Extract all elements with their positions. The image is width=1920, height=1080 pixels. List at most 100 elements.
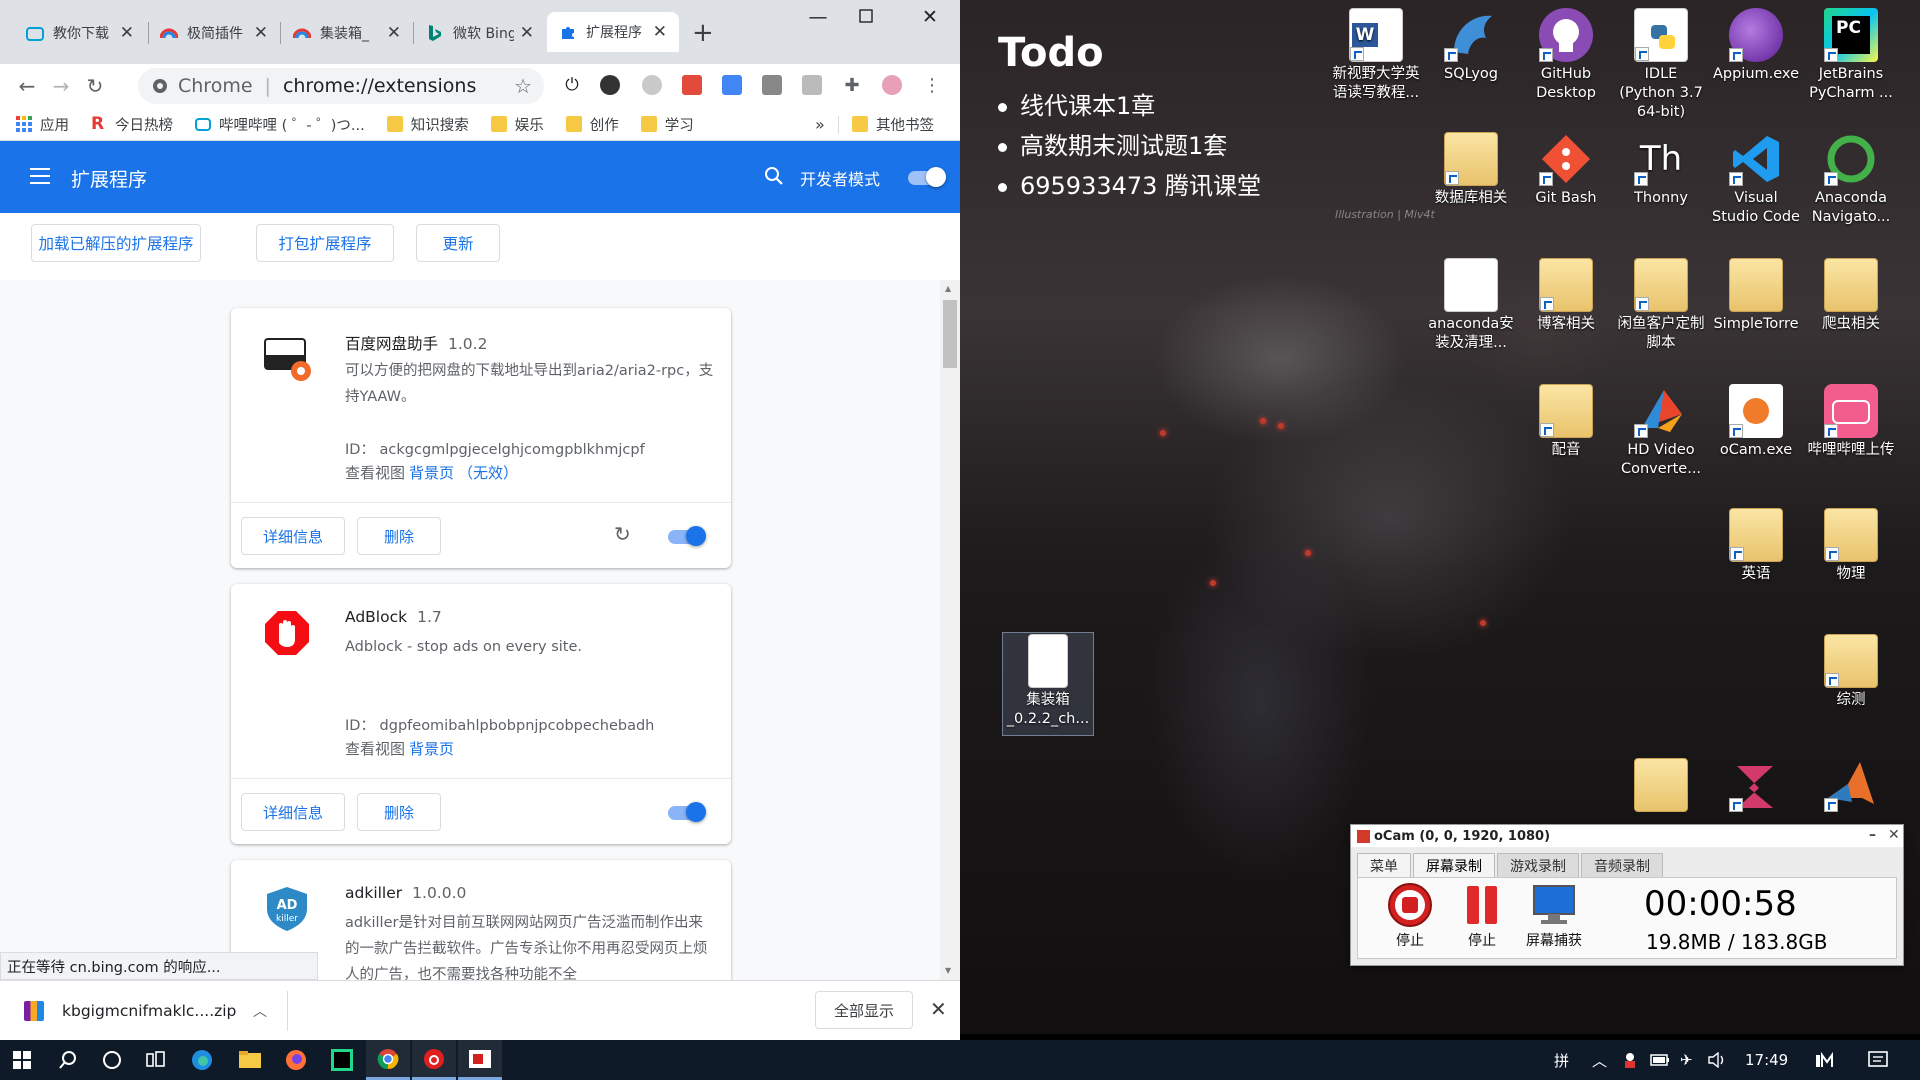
close-tab-icon[interactable]: ✕ [254, 23, 268, 43]
bookmark-folder[interactable]: 知识搜索 [386, 114, 469, 135]
more-menu-icon[interactable]: ⋮ [922, 75, 942, 96]
desktop-icon-crawler-folder[interactable]: 爬虫相关 [1805, 258, 1897, 334]
desktop-icon-xianyu-folder[interactable]: 闲鱼客户定制脚本 [1615, 258, 1707, 353]
search-icon[interactable] [46, 1040, 90, 1080]
desktop-icon-gitbash[interactable]: Git Bash [1520, 132, 1612, 208]
remove-button[interactable]: 删除 [357, 517, 441, 555]
scroll-up-icon[interactable]: ▲ [945, 284, 951, 293]
close-window-icon[interactable]: ✕ [915, 6, 945, 28]
close-tab-icon[interactable]: ✕ [653, 22, 667, 42]
app-tray-icon[interactable] [1622, 1040, 1638, 1080]
desktop-icon-simpletorre[interactable]: SimpleTorre [1710, 258, 1802, 334]
stop-record-button[interactable]: 停止 [1378, 882, 1442, 950]
close-tab-icon[interactable]: ✕ [520, 23, 534, 43]
desktop-icon-appium[interactable]: Appium.exe [1710, 8, 1802, 84]
task-view-icon[interactable] [134, 1040, 178, 1080]
desktop-icon-idle[interactable]: IDLE (Python 3.7 64-bit) [1615, 8, 1707, 122]
hamburger-menu-icon[interactable] [30, 168, 50, 184]
desktop-icon-container-file[interactable]: 集装箱_0.2.2_ch... [1002, 634, 1094, 729]
reload-icon[interactable]: ↻ [78, 69, 112, 103]
close-icon[interactable]: ✕ [1888, 827, 1900, 843]
reload-extension-icon[interactable]: ↻ [614, 522, 631, 546]
update-button[interactable]: 更新 [416, 224, 500, 262]
chrome-icon[interactable] [366, 1040, 410, 1080]
cortana-icon[interactable] [90, 1040, 134, 1080]
maximize-icon[interactable] [858, 8, 888, 24]
back-icon[interactable]: ← [10, 69, 44, 103]
background-page-link[interactable]: 背景页 [409, 464, 454, 482]
other-bookmarks[interactable]: 其他书签 [852, 114, 934, 135]
netease-music-icon[interactable] [412, 1040, 456, 1080]
background-page-link[interactable]: 背景页 [409, 740, 454, 758]
download-item[interactable]: kbgigmcnifmaklc....zip [24, 1001, 236, 1021]
bookmark-folder[interactable]: 创作 [565, 114, 619, 135]
developer-mode-toggle[interactable] [908, 167, 946, 187]
browser-tab[interactable]: 极简插件 ✕ [148, 14, 280, 52]
notification-center-icon[interactable] [1868, 1040, 1888, 1080]
desktop-icon-partial[interactable] [1710, 758, 1802, 815]
browser-tab-active[interactable]: 扩展程序 ✕ [547, 12, 679, 52]
ime-indicator[interactable]: 拼 [1554, 1040, 1569, 1080]
screen-capture-button[interactable]: 屏幕捕获 [1518, 882, 1590, 950]
desktop-icon-anaconda[interactable]: Anaconda Navigato... [1805, 132, 1897, 227]
desktop-icon-sqlyog[interactable]: SQLyog [1425, 8, 1517, 84]
search-icon[interactable] [764, 166, 784, 186]
desktop-icon-physics[interactable]: 物理 [1805, 508, 1897, 584]
adguard-extension-icon[interactable] [642, 75, 662, 95]
browser-tab[interactable]: 微软 Bing ✕ [414, 14, 546, 52]
desktop-icon-bilibili-upload[interactable]: 哔哩哔哩上传 [1805, 384, 1897, 460]
load-unpacked-button[interactable]: 加载已解压的扩展程序 [31, 224, 201, 262]
file-explorer-icon[interactable] [228, 1040, 272, 1080]
forward-icon[interactable]: → [44, 69, 78, 103]
battery-icon[interactable] [1650, 1040, 1670, 1080]
bookmark-folder[interactable]: 娱乐 [490, 114, 544, 135]
ime-mode-icon[interactable] [1815, 1040, 1835, 1080]
clock[interactable]: 17:49 [1745, 1040, 1788, 1080]
airplane-mode-icon[interactable]: ✈ [1680, 1040, 1693, 1080]
browser-tab[interactable]: 集装箱_ ✕ [281, 14, 413, 52]
cat-extension-icon[interactable] [802, 75, 822, 95]
ocam-tab-menu[interactable]: 菜单 [1357, 853, 1411, 877]
scrollbar-thumb[interactable] [943, 300, 957, 368]
edge-icon[interactable] [180, 1040, 224, 1080]
scroll-down-icon[interactable]: ▼ [945, 966, 951, 975]
calendar-extension-icon[interactable] [682, 75, 702, 95]
ocam-icon[interactable] [458, 1040, 502, 1080]
power-extension-icon[interactable]: ⏻ [562, 75, 582, 95]
desktop-icon-partial[interactable] [1615, 758, 1707, 815]
star-icon[interactable]: ☆ [514, 74, 532, 98]
desktop-icon-blog-folder[interactable]: 博客相关 [1520, 258, 1612, 334]
bookmark-item[interactable]: R 今日热榜 [91, 114, 173, 135]
browser-tab[interactable]: 教你下载 ✕ [14, 14, 146, 52]
chevron-up-icon[interactable]: ︿ [253, 1001, 267, 1021]
bookmark-apps[interactable]: 应用 [16, 114, 69, 135]
ocam-tab-screen-record[interactable]: 屏幕录制 [1413, 853, 1495, 877]
puzzle-icon[interactable]: ✚ [842, 75, 862, 96]
desktop-icon-anaconda-doc[interactable]: anaconda安装及清理... [1425, 258, 1517, 353]
omnibox[interactable]: Chrome | chrome://extensions ☆ [138, 68, 544, 104]
details-button[interactable]: 详细信息 [241, 793, 345, 831]
pycharm-icon[interactable] [320, 1040, 364, 1080]
firefox-icon[interactable] [274, 1040, 318, 1080]
extension-icon[interactable] [762, 75, 782, 95]
minimize-icon[interactable]: — [803, 6, 833, 28]
extension-enable-toggle[interactable] [668, 526, 706, 546]
desktop-icon-hdvideo[interactable]: HD Video Converte... [1615, 384, 1707, 479]
remove-button[interactable]: 删除 [357, 793, 441, 831]
desktop-icon-thonny[interactable]: Th Thonny [1615, 132, 1707, 208]
details-button[interactable]: 详细信息 [241, 517, 345, 555]
bookmarks-overflow[interactable]: » [815, 115, 825, 134]
volume-icon[interactable] [1708, 1040, 1728, 1080]
desktop-icon-pycharm[interactable]: PC JetBrains PyCharm ... [1805, 8, 1897, 103]
desktop-icon-evaluation[interactable]: 综测 [1805, 634, 1897, 710]
desktop-icon-partial[interactable] [1805, 758, 1897, 815]
minimize-icon[interactable]: – [1869, 827, 1876, 843]
windows-start-icon[interactable] [0, 1040, 44, 1080]
desktop-icon-word[interactable]: W 新视野大学英语读写教程... [1330, 8, 1422, 103]
desktop-icon-vscode[interactable]: Visual Studio Code [1710, 132, 1802, 227]
extension-enable-toggle[interactable] [668, 802, 706, 822]
page-scrollbar[interactable]: ▲ ▼ [940, 280, 960, 980]
bookmark-item[interactable]: 哔哩哔哩 ( ゜- ゜)つ... [195, 114, 365, 135]
close-tab-icon[interactable]: ✕ [120, 23, 134, 43]
pack-extension-button[interactable]: 打包扩展程序 [256, 224, 394, 262]
